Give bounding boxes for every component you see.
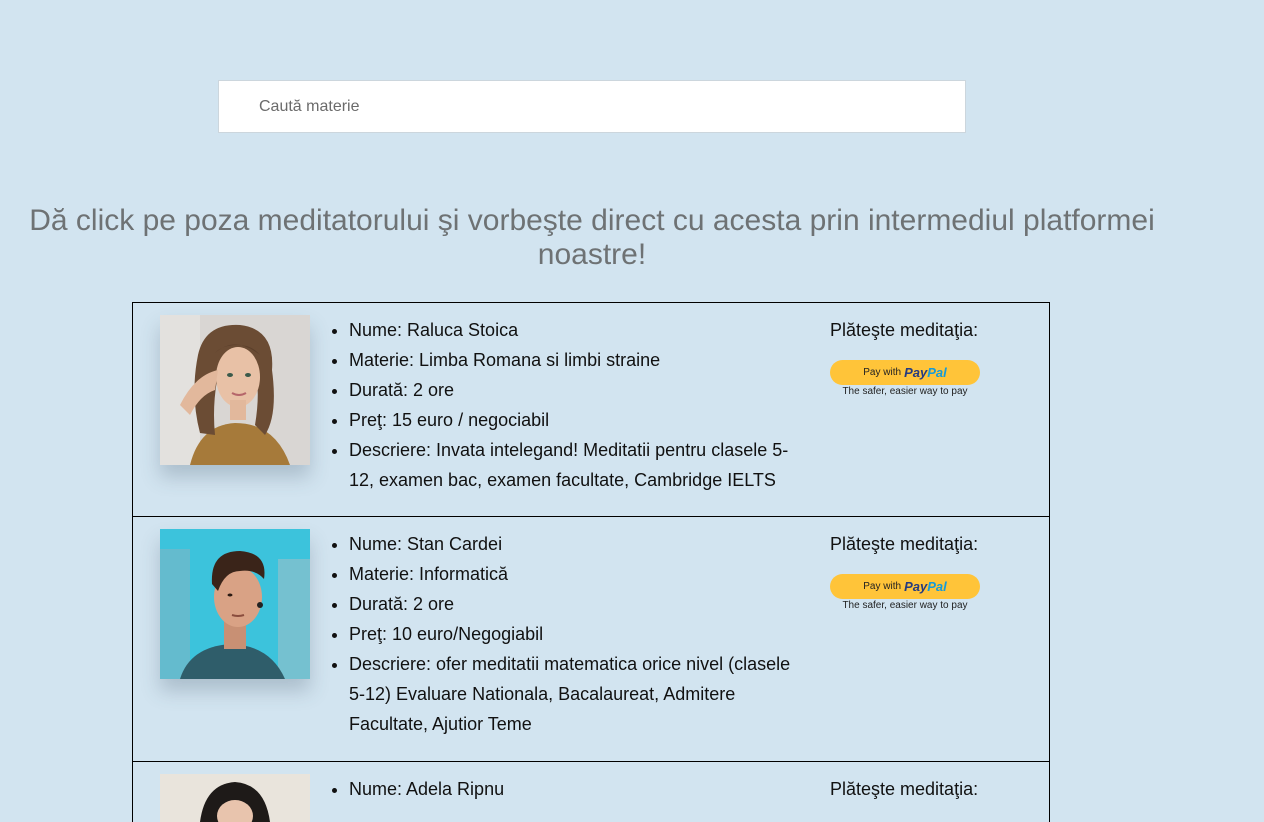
page-headline: Dă click pe poza meditatorului şi vorbeş… (29, 204, 1155, 271)
paypal-logo-icon: PayPal (904, 365, 947, 380)
tutor-subject: Materie: Limba Romana si limbi straine (349, 345, 799, 375)
paypal-prefix: Pay with (863, 581, 902, 592)
paypal-button[interactable]: Pay with PayPal (830, 574, 980, 599)
tutor-duration: Durată: 2 ore (349, 375, 799, 405)
search-box (218, 80, 966, 133)
payment-section: Plăteşte meditaţia: Pay with PayPal The … (830, 315, 990, 397)
tutor-details: Nume: Adela Ripnu (349, 774, 799, 804)
tutor-description: Descriere: Invata intelegand! Meditatii … (349, 435, 799, 495)
search-input[interactable] (219, 81, 965, 132)
paypal-prefix: Pay with (863, 367, 902, 378)
tutor-price: Preţ: 15 euro / negociabil (349, 405, 799, 435)
tutor-duration: Durată: 2 ore (349, 589, 799, 619)
paypal-logo-part1: Pay (904, 579, 928, 594)
tutor-description: Descriere: ofer meditatii matematica ori… (349, 649, 799, 739)
tutor-row: Nume: Stan Cardei Materie: Informatică D… (132, 517, 1050, 762)
tutor-details: Nume: Raluca Stoica Materie: Limba Roman… (349, 315, 799, 495)
woman-portrait-icon (160, 774, 310, 822)
payment-label: Plăteşte meditaţia: (830, 534, 979, 554)
paypal-logo-part1: Pay (904, 365, 928, 380)
paypal-tagline: The safer, easier way to pay (842, 600, 968, 611)
tutor-photo[interactable] (160, 774, 310, 822)
tutor-list: Nume: Raluca Stoica Materie: Limba Roman… (132, 302, 1050, 822)
man-portrait-icon (160, 529, 310, 679)
woman-portrait-icon (160, 315, 310, 465)
tutor-details: Nume: Stan Cardei Materie: Informatică D… (349, 529, 799, 739)
tutor-price: Preţ: 10 euro/Negogiabil (349, 619, 799, 649)
tutor-name: Nume: Adela Ripnu (349, 774, 799, 804)
paypal-logo-part2: Pal (927, 579, 947, 594)
payment-label: Plăteşte meditaţia: (830, 779, 979, 799)
payment-section: Plăteşte meditaţia: Pay with PayPal The … (830, 529, 990, 611)
tutor-name: Nume: Stan Cardei (349, 529, 799, 559)
payment-label: Plăteşte meditaţia: (830, 320, 979, 340)
tutor-name: Nume: Raluca Stoica (349, 315, 799, 345)
paypal-logo-part2: Pal (927, 365, 947, 380)
tutor-photo[interactable] (160, 529, 310, 679)
tutor-row: Nume: Raluca Stoica Materie: Limba Roman… (132, 302, 1050, 517)
paypal-logo-icon: PayPal (904, 579, 947, 594)
tutor-photo[interactable] (160, 315, 310, 465)
paypal-button[interactable]: Pay with PayPal (830, 360, 980, 385)
tutor-row: Nume: Adela Ripnu Plăteşte meditaţia: (132, 762, 1050, 822)
tutor-subject: Materie: Informatică (349, 559, 799, 589)
payment-section: Plăteşte meditaţia: (830, 774, 990, 804)
paypal-tagline: The safer, easier way to pay (842, 386, 968, 397)
